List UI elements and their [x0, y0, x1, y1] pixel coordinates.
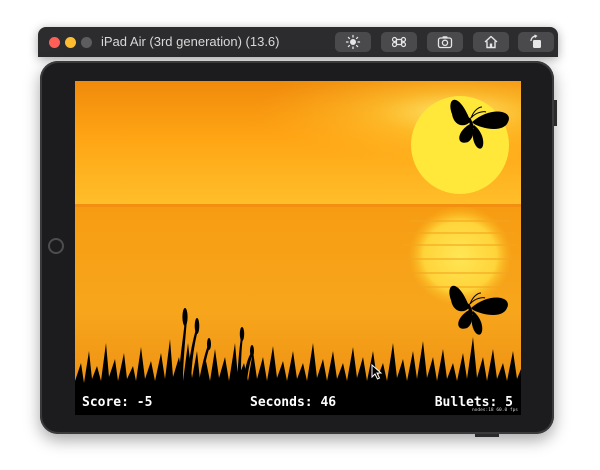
command-icon [391, 36, 407, 48]
window-title: iPad Air (3rd generation) (13.6) [101, 34, 280, 49]
mouse-cursor-icon [371, 364, 383, 380]
seconds-label: Seconds: 46 [250, 395, 337, 410]
zoom-window-button[interactable] [81, 37, 92, 48]
screenshot-camera-icon [437, 36, 453, 49]
minimize-window-button[interactable] [65, 37, 76, 48]
volume-button [554, 100, 557, 126]
rotate-button[interactable] [518, 32, 554, 52]
rotate-icon [530, 34, 541, 48]
sunset-scene [75, 81, 521, 415]
home-icon [484, 35, 498, 49]
score-label: Score: -5 [82, 395, 153, 410]
simulator-title-bar: iPad Air (3rd generation) (13.6) [38, 27, 558, 57]
brightness-icon [345, 34, 361, 50]
home-button[interactable] [473, 32, 509, 52]
brightness-button[interactable] [335, 32, 371, 52]
close-window-button[interactable] [49, 37, 60, 48]
bottom-edge-button [475, 434, 499, 437]
debug-stats: nodes:18 60.0 fps [471, 408, 518, 413]
screenshot-button[interactable] [427, 32, 463, 52]
game-screen[interactable]: Score: -5 Seconds: 46 Bullets: 5 nodes:1… [75, 81, 521, 415]
command-button[interactable] [381, 32, 417, 52]
device-home-button[interactable] [48, 238, 64, 254]
